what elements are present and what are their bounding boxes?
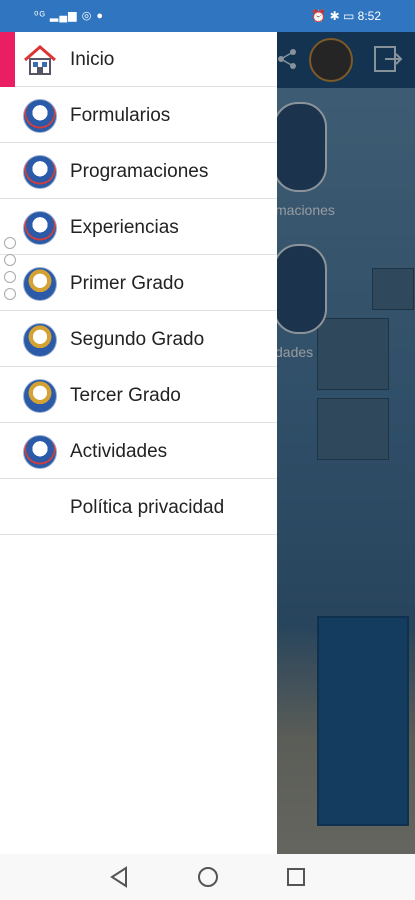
scrim[interactable] — [277, 32, 415, 854]
menu-item-segundo-grado[interactable]: Segundo Grado — [0, 312, 277, 367]
status-icons-left: ⁰ᴳ ▂▄▆ ◎ ● — [34, 10, 104, 22]
active-marker — [0, 32, 15, 87]
menu-item-label: Tercer Grado — [70, 385, 181, 406]
school-logo-icon — [23, 155, 57, 189]
grade-logo-icon — [23, 267, 57, 301]
back-icon[interactable] — [106, 864, 132, 890]
menu-item-label: Experiencias — [70, 217, 179, 238]
navigation-drawer: Inicio Formularios Programaciones Experi… — [0, 32, 277, 854]
menu-item-label: Primer Grado — [70, 273, 185, 294]
recents-icon[interactable] — [283, 864, 309, 890]
floating-dots-handle[interactable] — [4, 237, 16, 305]
background-screen: maciones dades — [277, 32, 415, 854]
school-logo-icon — [23, 99, 57, 133]
status-time: ⏰ ✱ ▭ 8:52 — [311, 9, 381, 23]
menu-item-inicio[interactable]: Inicio — [0, 32, 277, 87]
menu-item-label: Política privacidad — [70, 497, 225, 518]
status-bar: ⁰ᴳ ▂▄▆ ◎ ● ⏰ ✱ ▭ 8:52 — [0, 0, 415, 32]
menu-item-label: Segundo Grado — [70, 329, 205, 350]
menu-item-experiencias[interactable]: Experiencias — [0, 200, 277, 255]
menu-item-primer-grado[interactable]: Primer Grado — [0, 256, 277, 311]
grade-logo-icon — [23, 323, 57, 357]
menu-item-politica-privacidad[interactable]: Política privacidad — [0, 480, 277, 535]
system-nav-bar — [0, 854, 415, 900]
home-button-icon[interactable] — [195, 864, 221, 890]
menu-item-formularios[interactable]: Formularios — [0, 88, 277, 143]
menu-item-tercer-grado[interactable]: Tercer Grado — [0, 368, 277, 423]
menu-item-actividades[interactable]: Actividades — [0, 424, 277, 479]
menu-item-programaciones[interactable]: Programaciones — [0, 144, 277, 199]
menu-item-label: Formularios — [70, 105, 171, 126]
menu-item-label: Inicio — [70, 49, 115, 70]
grade-logo-icon — [23, 379, 57, 413]
school-logo-icon — [23, 435, 57, 469]
school-logo-icon — [23, 211, 57, 245]
menu-item-label: Programaciones — [70, 161, 209, 182]
home-icon — [24, 45, 56, 75]
menu-item-label: Actividades — [70, 441, 168, 462]
